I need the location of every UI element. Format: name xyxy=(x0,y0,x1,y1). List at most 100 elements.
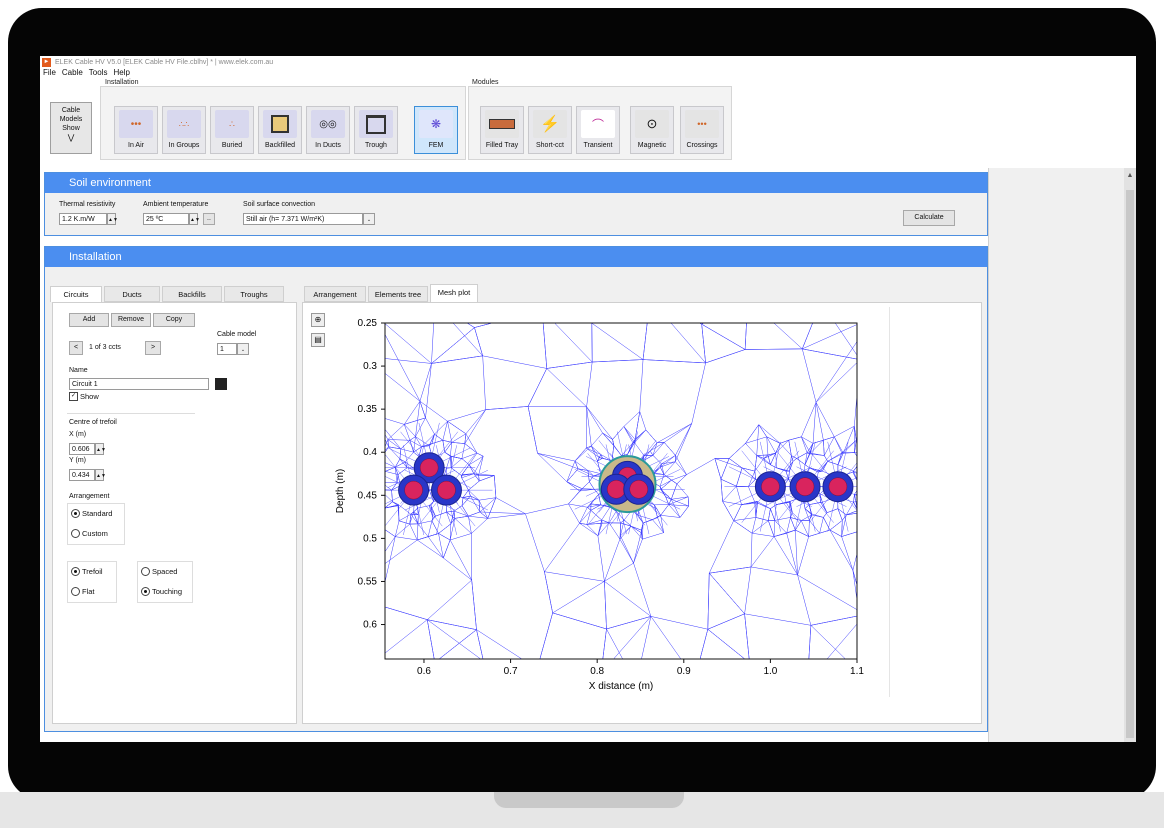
thermal-resistivity-spinner[interactable]: ▲▼ xyxy=(107,213,118,225)
x-tick-label: 0.7 xyxy=(504,666,518,677)
copy-circuit-button[interactable]: Copy xyxy=(153,313,195,327)
magnetic-button[interactable]: ⊙ Magnetic xyxy=(630,106,674,154)
in-air-label: In Air xyxy=(128,142,144,149)
soil-surface-convection-select[interactable]: Still air (h= 7.371 W/m²K) xyxy=(243,213,363,225)
in-ducts-button[interactable]: ◎◎ In Ducts xyxy=(306,106,350,154)
spaced-radio[interactable]: Spaced xyxy=(141,567,177,576)
in-groups-button[interactable]: ∴∴ In Groups xyxy=(162,106,206,154)
menu-cable[interactable]: Cable xyxy=(62,68,83,78)
mesh-edge xyxy=(858,511,863,530)
tab-ducts[interactable]: Ducts xyxy=(104,286,160,302)
trough-button[interactable]: Trough xyxy=(354,106,398,154)
mesh-edge xyxy=(362,477,364,483)
fem-button[interactable]: ❋ FEM xyxy=(414,106,458,154)
menu-help[interactable]: Help xyxy=(113,68,129,78)
y-label: Y (m) xyxy=(69,457,86,464)
tab-arrangement[interactable]: Arrangement xyxy=(304,286,366,302)
mesh-edge xyxy=(701,323,705,325)
radio-selected-icon xyxy=(141,587,150,596)
tab-troughs[interactable]: Troughs xyxy=(224,286,284,302)
save-icon[interactable]: ▤ xyxy=(311,333,325,347)
flat-radio[interactable]: Flat xyxy=(71,587,95,596)
add-circuit-button[interactable]: Add xyxy=(69,313,109,327)
mesh-edge xyxy=(591,323,593,324)
cable-models-show-button[interactable]: Cable Models Show ⋁ xyxy=(50,102,92,154)
crossings-label: Crossings xyxy=(686,142,718,149)
tab-circuits[interactable]: Circuits xyxy=(50,286,102,302)
mesh-edge xyxy=(860,513,879,515)
x-input[interactable]: 0.606 xyxy=(69,443,95,455)
soil-surface-convection-label: Soil surface convection xyxy=(243,201,315,208)
scroll-thumb[interactable] xyxy=(1126,190,1134,738)
mesh-edge xyxy=(858,511,860,513)
show-checkbox[interactable]: ✓ Show xyxy=(69,392,99,401)
backfilled-icon xyxy=(263,110,297,138)
radio-empty-icon xyxy=(71,587,80,596)
cable-model-select[interactable]: 1 xyxy=(217,343,237,355)
scroll-up-icon[interactable]: ▲ xyxy=(1126,172,1134,182)
tab-mesh-plot[interactable]: Mesh plot xyxy=(430,284,478,302)
menu-file[interactable]: File xyxy=(43,68,56,78)
mesh-edge xyxy=(377,514,378,524)
transient-button[interactable]: ⌒ Transient xyxy=(576,106,620,154)
standard-radio[interactable]: Standard xyxy=(71,509,112,518)
tab-backfills[interactable]: Backfills xyxy=(162,286,222,302)
next-circuit-button[interactable]: > xyxy=(145,341,161,355)
y-spinner[interactable]: ▲▼ xyxy=(95,469,106,481)
in-air-button[interactable]: ••• In Air xyxy=(114,106,158,154)
mesh-edge xyxy=(871,472,886,478)
thermal-resistivity-input[interactable]: 1.2 K.m/W xyxy=(59,213,107,225)
y-input[interactable]: 0.434 xyxy=(69,469,95,481)
menu-tools[interactable]: Tools xyxy=(89,68,108,78)
trefoil-label: Trefoil xyxy=(82,567,103,576)
models-button-line1: Cable xyxy=(61,107,81,114)
mesh-edge xyxy=(860,513,863,530)
mesh-edge xyxy=(590,323,592,324)
x-tick-label: 1.0 xyxy=(763,666,777,677)
trefoil-radio[interactable]: Trefoil xyxy=(71,567,103,576)
mesh-edge xyxy=(377,514,378,524)
in-air-icon: ••• xyxy=(119,110,153,138)
mesh-edge xyxy=(871,478,888,495)
custom-radio[interactable]: Custom xyxy=(71,529,108,538)
mesh-edge xyxy=(886,472,888,494)
modules-group-label: Modules xyxy=(472,79,499,86)
zoom-icon[interactable]: ⊕ xyxy=(311,313,325,327)
x-tick-label: 0.9 xyxy=(677,666,691,677)
previous-circuit-button[interactable]: < xyxy=(69,341,83,355)
remove-circuit-button[interactable]: Remove xyxy=(111,313,151,327)
show-label: Show xyxy=(80,392,99,401)
chevron-down-icon[interactable]: ⌄ xyxy=(363,213,375,225)
circuit-name-input[interactable]: Circuit 1 xyxy=(69,378,209,390)
ambient-temperature-input[interactable]: 25 ºC xyxy=(143,213,189,225)
mesh-edge xyxy=(865,614,868,681)
y-tick-label: 0.4 xyxy=(363,447,377,458)
mesh-edge xyxy=(807,681,868,682)
x-tick-label: 0.8 xyxy=(590,666,604,677)
soil-environment-header: Soil environment xyxy=(45,173,987,193)
mesh-edge xyxy=(860,478,871,487)
circuit-color-swatch[interactable] xyxy=(215,378,227,390)
x-spinner[interactable]: ▲▼ xyxy=(95,443,106,455)
mesh-edge xyxy=(860,317,873,359)
vertical-scrollbar[interactable]: ▲ xyxy=(1124,168,1136,742)
ambient-temperature-spinner[interactable]: ▲▼ xyxy=(189,213,200,225)
chevron-down-icon[interactable]: ⌄ xyxy=(237,343,249,355)
transient-label: Transient xyxy=(583,142,613,149)
x-tick-label: 0.6 xyxy=(417,666,431,677)
fem-icon: ❋ xyxy=(419,110,453,138)
ambient-more-button[interactable]: .. xyxy=(203,213,215,225)
mesh-edge xyxy=(435,661,484,662)
models-button-line2: Models xyxy=(59,116,83,123)
calculate-button[interactable]: Calculate xyxy=(903,210,955,226)
mesh-plot-panel: ⊕ ▤ 0.6 0.7 0.8 0.9 1.0 1.1 0.25 0.3 0.35 0.4 0.45… xyxy=(302,302,982,724)
tab-elements-tree[interactable]: Elements tree xyxy=(368,286,428,302)
buried-button[interactable]: ∴ Buried xyxy=(210,106,254,154)
filled-tray-button[interactable]: Filled Tray xyxy=(480,106,524,154)
cable-core xyxy=(404,480,423,500)
crossings-button[interactable]: ••• Crossings xyxy=(680,106,724,154)
touching-radio[interactable]: Touching xyxy=(141,587,182,596)
short-cct-button[interactable]: ⚡ Short-cct xyxy=(528,106,572,154)
backfilled-button[interactable]: Backfilled xyxy=(258,106,302,154)
trough-label: Trough xyxy=(365,142,387,149)
